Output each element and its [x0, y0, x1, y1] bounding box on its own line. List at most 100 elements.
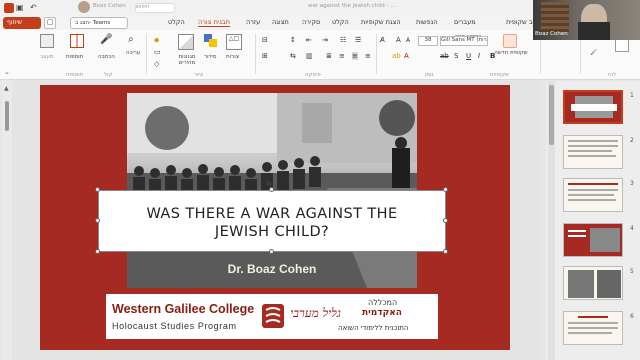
scroll-up-icon[interactable]: ▲: [4, 85, 9, 92]
tab-view[interactable]: תצוגה: [272, 18, 289, 26]
increase-font-icon[interactable]: A: [396, 36, 401, 44]
indent-icon[interactable]: ⇥: [322, 36, 328, 44]
slide-thumbnail-5[interactable]: [563, 266, 623, 300]
resize-handle[interactable]: [95, 249, 100, 254]
share-button-label: שיתוף: [7, 19, 23, 26]
thumbnail-scrollbar[interactable]: [548, 81, 555, 360]
new-slide-icon[interactable]: [503, 34, 517, 48]
slide-thumbnail-4[interactable]: [563, 223, 623, 257]
slide-title-line-2: JEWISH CHILD?: [214, 224, 330, 240]
tab-slideshow[interactable]: הצגת שקופיות: [361, 18, 401, 26]
smartart-icon[interactable]: ⊞: [262, 52, 268, 60]
arrange-icon[interactable]: [204, 34, 218, 48]
resize-handle[interactable]: [443, 218, 448, 223]
search-icon[interactable]: ⌕: [128, 34, 134, 45]
shadow-icon[interactable]: S: [454, 52, 458, 60]
bold-icon[interactable]: B: [490, 52, 495, 60]
line-spacing-icon[interactable]: ↕: [290, 36, 296, 44]
align-center-icon[interactable]: ≡: [352, 52, 358, 60]
underline-icon[interactable]: U: [466, 52, 471, 60]
video-feed[interactable]: Boaz Cohen: [533, 0, 640, 40]
slide-title-line-1: WAS THERE A WAR AGAINST THE: [146, 206, 398, 222]
dictate-label: הכתבה: [98, 54, 115, 60]
slide-thumbnail-1[interactable]: [563, 90, 623, 124]
align-right-icon[interactable]: ≡: [365, 52, 371, 60]
powerpoint-icon: [4, 3, 14, 13]
resize-handle[interactable]: [443, 187, 448, 192]
clear-format-icon[interactable]: A̸: [380, 36, 385, 44]
slide-thumbnail-2[interactable]: [563, 135, 623, 169]
slide-title-box[interactable]: WAS THERE A WAR AGAINST THE JEWISH CHILD…: [98, 190, 446, 252]
undo-icon[interactable]: ↶: [30, 3, 40, 13]
addins-label: תוספות: [66, 54, 84, 60]
group-label-drawing: ציור: [194, 72, 204, 78]
shape-effects-icon[interactable]: ◇: [154, 60, 159, 68]
video-participant-name: Boaz Cohen: [535, 31, 568, 37]
collapse-ribbon-icon[interactable]: ⌄: [4, 68, 10, 76]
college-logo-banner[interactable]: Western Galilee College Holocaust Studie…: [106, 294, 438, 339]
divider: [580, 34, 581, 74]
tab-record[interactable]: הקלט: [332, 18, 349, 26]
resize-handle[interactable]: [269, 249, 274, 254]
hebrew-program-label: התוכנית ללימודי השואה: [338, 324, 409, 332]
font-name-select[interactable]: Gill Sans MT (כותרות): [440, 36, 488, 46]
comments-icon[interactable]: ▢: [44, 17, 56, 29]
resize-handle[interactable]: [95, 187, 100, 192]
tab-transitions[interactable]: מעברים: [454, 18, 476, 26]
scroll-thumb[interactable]: [549, 85, 554, 145]
hebrew-academic-label: האקדמית: [362, 308, 402, 318]
align-left-icon[interactable]: ≡: [339, 52, 345, 60]
tab-review[interactable]: סקירה: [302, 18, 320, 26]
text-direction-icon[interactable]: ⇆: [290, 52, 296, 60]
divider: [255, 34, 256, 74]
decrease-font-icon[interactable]: A: [406, 37, 410, 44]
tab-record-2[interactable]: הקלט: [168, 18, 185, 26]
teams-button[interactable]: הצג ב- Teams: [70, 17, 128, 29]
justify-icon[interactable]: ≣: [326, 52, 332, 60]
designer-icon[interactable]: [40, 34, 54, 48]
resize-handle[interactable]: [95, 218, 100, 223]
program-name: Holocaust Studies Program: [112, 321, 237, 331]
shapes-gallery-icon[interactable]: △□: [226, 34, 242, 50]
rotate-handle-icon[interactable]: ↻: [266, 180, 272, 188]
numbering-icon[interactable]: ☷: [340, 36, 346, 44]
left-scrollbar[interactable]: ▲: [2, 81, 12, 360]
share-button[interactable]: שיתוף: [3, 17, 41, 29]
arrange-label: סידור: [204, 54, 217, 60]
microphone-icon[interactable]: 🎤: [100, 34, 112, 45]
shape-outline-icon[interactable]: ▭: [154, 48, 161, 56]
thumbnail-number: 1: [630, 92, 634, 99]
tab-help[interactable]: עזרה: [246, 18, 260, 26]
slide-thumbnail-6[interactable]: [563, 311, 623, 345]
group-label-font: גופן: [425, 72, 434, 78]
avatar[interactable]: [78, 1, 90, 13]
resize-handle[interactable]: [443, 249, 448, 254]
tab-shape-format[interactable]: תבנית צורה: [198, 18, 230, 27]
format-painter-icon[interactable]: 🖌: [590, 50, 597, 56]
designer-label: מעצב: [40, 54, 54, 60]
shape-fill-icon[interactable]: ◆: [154, 36, 159, 44]
font-size-select[interactable]: 38: [418, 36, 438, 46]
hebrew-signature-logo: גליל מערבי: [290, 306, 341, 320]
addins-icon[interactable]: [70, 34, 84, 48]
search-input[interactable]: חיפוש: [135, 3, 175, 13]
divider: [540, 34, 541, 74]
group-label-clipboard: לוח: [608, 72, 617, 78]
columns-icon[interactable]: ▥: [306, 52, 313, 60]
thumbnail-number: 6: [630, 313, 634, 320]
italic-icon[interactable]: I: [478, 52, 480, 60]
divider: [146, 34, 147, 74]
font-color-icon[interactable]: A: [404, 52, 409, 60]
save-icon[interactable]: ▣: [16, 3, 26, 13]
outdent-icon[interactable]: ⇤: [306, 36, 312, 44]
quick-styles-icon[interactable]: [178, 34, 194, 50]
slide-thumbnail-3[interactable]: [563, 178, 623, 212]
strikethrough-icon[interactable]: ab: [440, 52, 449, 60]
highlight-icon[interactable]: ab: [392, 52, 401, 60]
tab-animations[interactable]: הנפשות: [416, 18, 438, 26]
thumbnail-number: 2: [630, 137, 634, 144]
bullets-icon[interactable]: ☰: [355, 36, 361, 44]
scroll-thumb[interactable]: [5, 101, 9, 131]
align-text-icon[interactable]: ⊟: [262, 36, 268, 44]
group-label-slides: שקופיות: [490, 72, 510, 78]
